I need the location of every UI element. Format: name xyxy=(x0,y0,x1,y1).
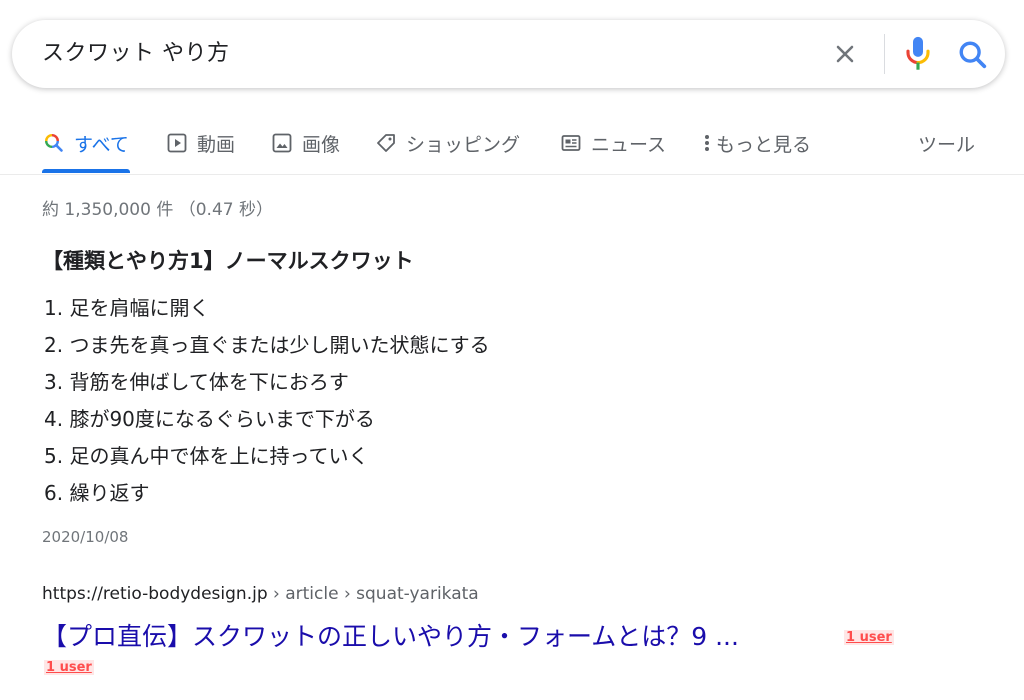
tab-label: 動画 xyxy=(197,133,236,156)
tab-images[interactable]: 画像 xyxy=(270,115,340,171)
list-item: 1. 足を肩幅に開く xyxy=(44,296,210,320)
microphone-icon[interactable] xyxy=(900,34,936,74)
search-icon[interactable] xyxy=(956,38,990,72)
result-stats: 約 1,350,000 件 （0.47 秒） xyxy=(42,200,273,220)
result-title-link[interactable]: 【プロ直伝】スクワットの正しいやり方・フォームとは？9 ... xyxy=(42,617,739,653)
snippet-heading: 【種類とやり方1】ノーマルスクワット xyxy=(42,249,414,273)
video-icon xyxy=(167,133,187,153)
list-item: 3. 背筋を伸ばして体を下におろす xyxy=(44,370,349,394)
list-item: 5. 足の真ん中で体を上に持っていく xyxy=(44,444,369,468)
bookmark-user-badge[interactable]: 1 user xyxy=(44,660,94,675)
tag-icon xyxy=(377,134,395,152)
more-vertical-icon xyxy=(705,135,709,151)
list-item: 6. 繰り返す xyxy=(44,481,150,505)
search-box[interactable]: スクワット やり方 xyxy=(12,20,1005,88)
tab-label: ニュース xyxy=(591,133,667,156)
bookmark-user-badge[interactable]: 1 user xyxy=(844,630,894,645)
tab-shopping[interactable]: ショッピング xyxy=(374,115,520,171)
tab-label: すべて xyxy=(74,133,129,156)
tab-more[interactable]: もっと見る xyxy=(700,115,811,171)
search-tabs: すべて 動画 画像 ショッピング ニュース もっと見る ツール xyxy=(0,115,1024,175)
search-input[interactable]: スクワット やり方 xyxy=(42,20,230,88)
search-icon xyxy=(45,134,63,152)
tab-label: ツール xyxy=(918,133,976,156)
tab-label: 画像 xyxy=(302,133,341,156)
result-url[interactable]: https://retio-bodydesign.jp › article › … xyxy=(42,584,479,604)
result-breadcrumb: › article › squat-yarikata xyxy=(267,584,479,604)
snippet-steps: 1. 足を肩幅に開く 2. つま先を真っ直ぐまたは少し開いた状態にする 3. 背… xyxy=(44,290,490,512)
tab-tools[interactable]: ツール xyxy=(918,115,975,171)
image-icon xyxy=(272,133,292,153)
tab-news[interactable]: ニュース xyxy=(559,115,666,171)
newspaper-icon xyxy=(561,135,581,151)
snippet-date: 2020/10/08 xyxy=(42,528,129,546)
result-domain: https://retio-bodydesign.jp xyxy=(42,584,268,604)
active-tab-indicator xyxy=(42,169,130,173)
tab-all[interactable]: すべて xyxy=(42,115,129,171)
close-icon[interactable] xyxy=(831,40,859,68)
tab-videos[interactable]: 動画 xyxy=(165,115,235,171)
list-item: 4. 膝が90度になるぐらいまで下がる xyxy=(44,407,375,431)
tab-label: もっと見る xyxy=(716,133,812,156)
tab-label: ショッピング xyxy=(406,133,521,156)
list-item: 2. つま先を真っ直ぐまたは少し開いた状態にする xyxy=(44,333,490,357)
tabs-divider xyxy=(0,174,1024,175)
search-divider xyxy=(884,34,885,74)
